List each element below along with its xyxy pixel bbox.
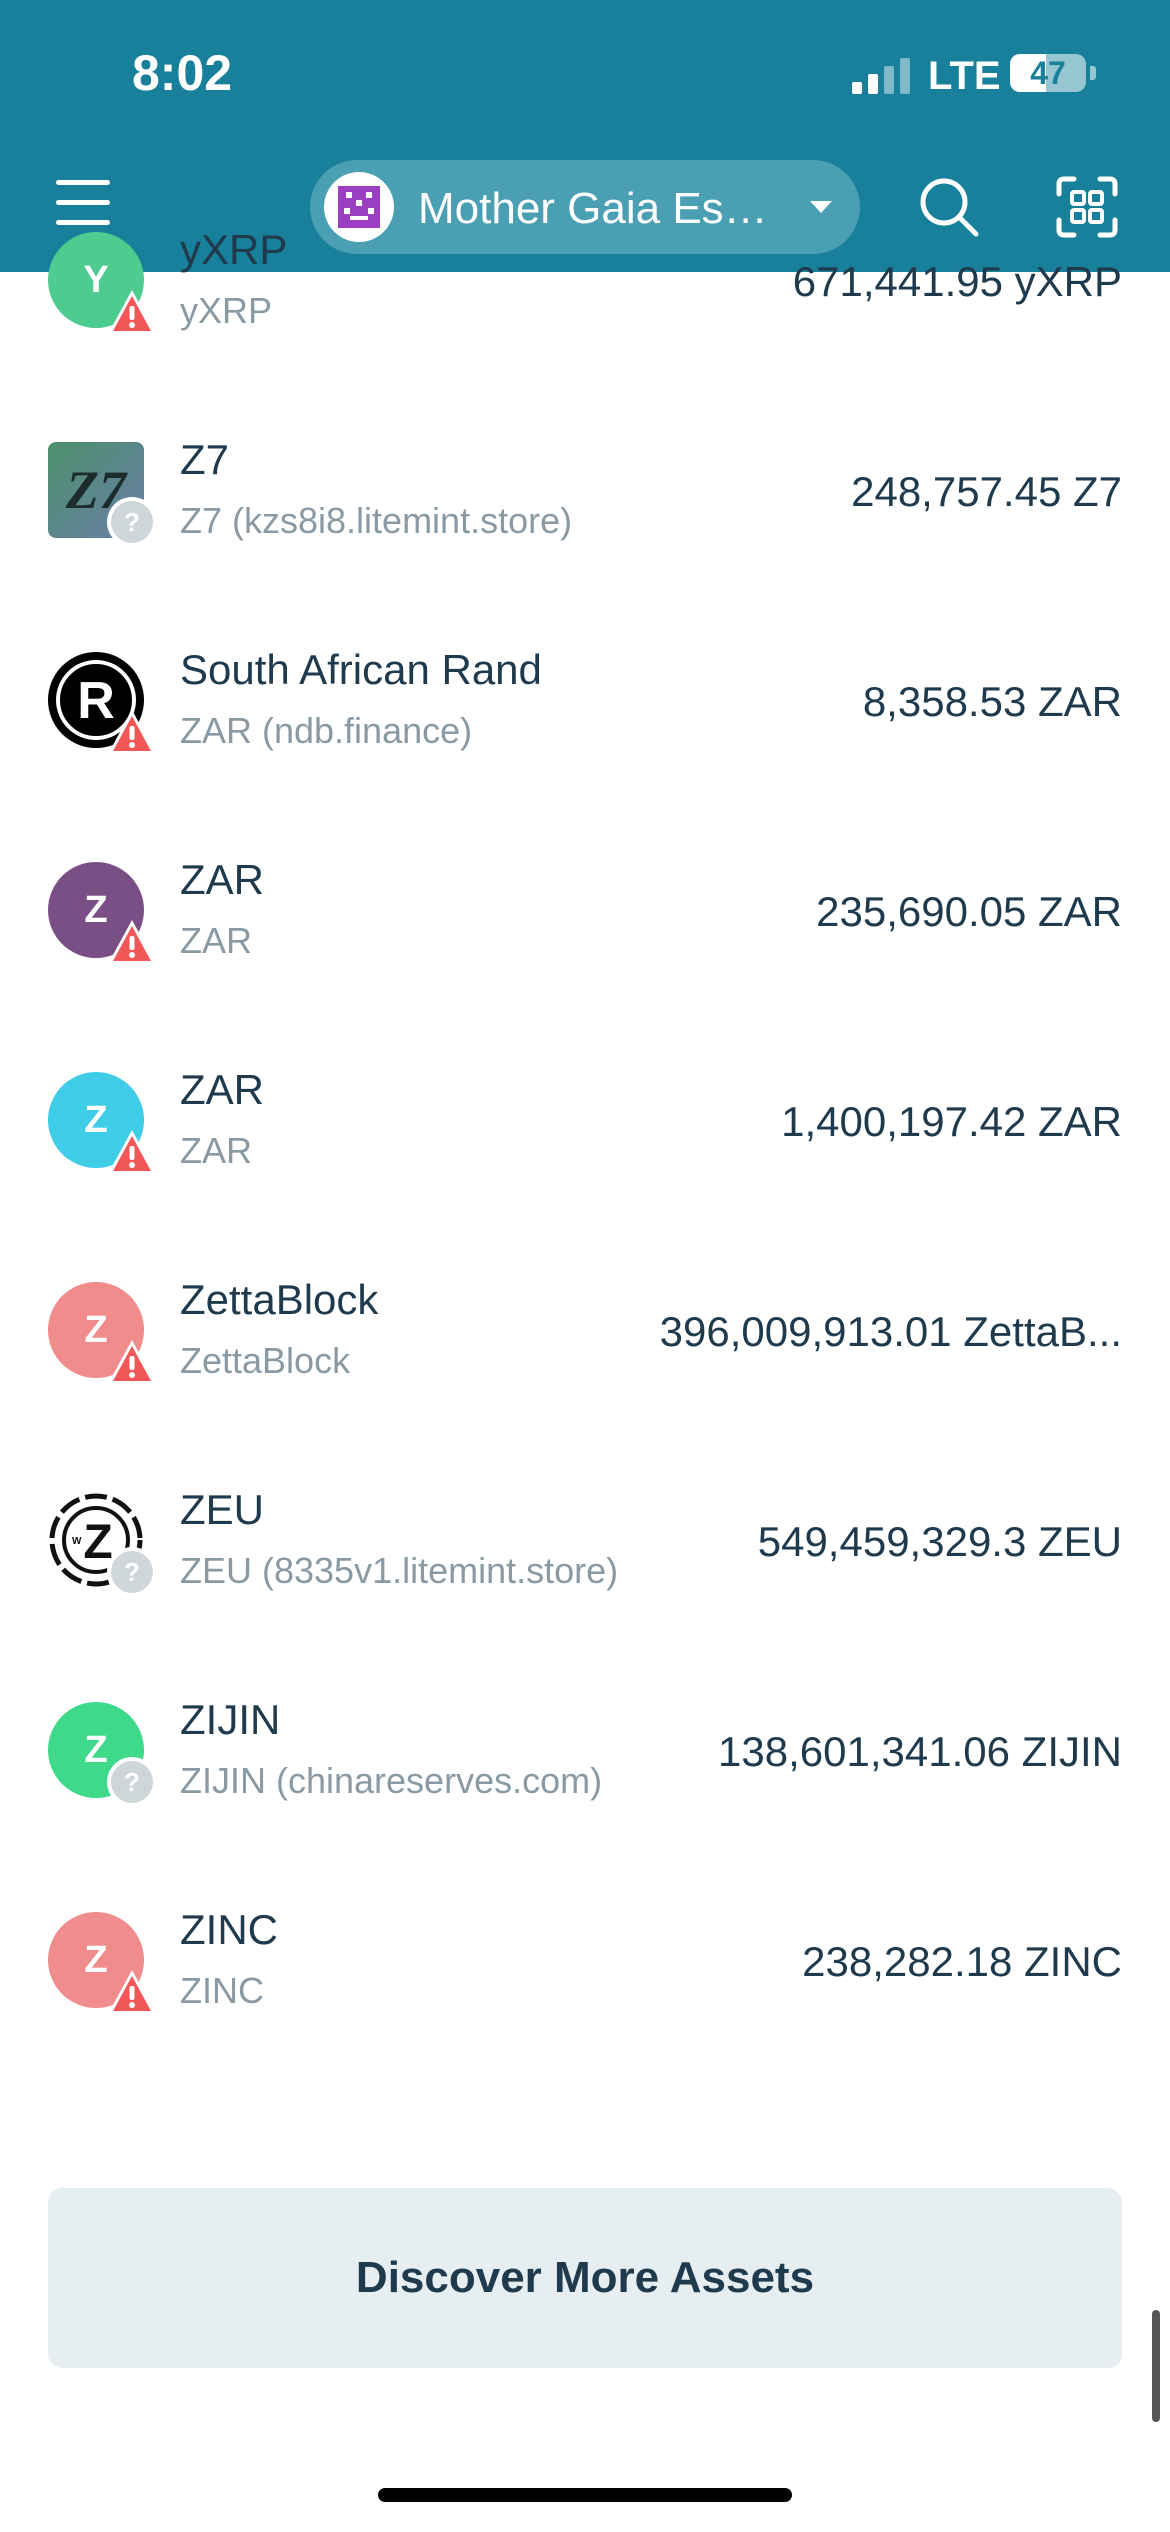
asset-name: ZettaBlock (180, 1276, 379, 1323)
asset-subtitle: ZAR (180, 920, 252, 961)
asset-subtitle: ZEU (8335v1.litemint.store) (180, 1550, 619, 1591)
asset-row[interactable]: R South African Rand ZAR (ndb.finance) 8,35… (0, 596, 1170, 806)
asset-balance: 138,601,341.06 ZIJIN (718, 1728, 1122, 1775)
asset-name: ZEU (180, 1486, 264, 1533)
home-indicator[interactable] (378, 2488, 792, 2502)
asset-row[interactable]: Z? ZIJIN ZIJIN (chinareserves.com) 138,601,… (0, 1646, 1170, 1856)
signal-icon (852, 58, 910, 94)
asset-name: ZIJIN (180, 1696, 281, 1743)
asset-subtitle: ZAR (ndb.finance) (180, 710, 473, 751)
asset-row[interactable]: Z7? Z7 Z7 (kzs8i8.litemint.store) 248,757.4… (0, 386, 1170, 596)
asset-name: yXRP (180, 226, 288, 273)
svg-text:W: W (72, 1536, 82, 1547)
asset-balance: 248,757.45 Z7 (851, 468, 1122, 515)
asset-name: South African Rand (180, 646, 542, 693)
asset-row[interactable]: Z ZAR ZAR 235,690.05 ZAR (0, 806, 1170, 1016)
warning-icon (106, 286, 158, 338)
asset-balance: 235,690.05 ZAR (816, 888, 1122, 935)
asset-subtitle: ZIJIN (chinareserves.com) (180, 1760, 603, 1801)
asset-row[interactable]: Z ZAR ZAR 1,400,197.42 ZAR (0, 1016, 1170, 1226)
asset-name: Z7 (180, 436, 230, 483)
discover-more-assets-button[interactable]: Discover More Assets (48, 2188, 1122, 2368)
asset-row[interactable]: Z W? ZEU ZEU (8335v1.litemint.store) 549,459… (0, 1436, 1170, 1646)
status-time: 8:02 (132, 45, 233, 101)
asset-balance: 671,441.95 yXRP (792, 258, 1122, 305)
asset-name: ZINC (180, 1906, 278, 1953)
unknown-asset-icon: ? (106, 1546, 158, 1598)
asset-subtitle: ZINC (180, 1970, 264, 2011)
battery-nub (1090, 66, 1096, 80)
asset-row[interactable]: Z ZINC ZINC 238,282.18 ZINC (0, 1856, 1170, 2066)
warning-icon (106, 1126, 158, 1178)
asset-name: ZAR (180, 856, 264, 903)
warning-icon (106, 916, 158, 968)
warning-icon (106, 1966, 158, 2018)
asset-row[interactable]: YyXRP yXRP 671,441.95 yXRP (0, 176, 1170, 386)
network-label: LTE (928, 54, 1001, 98)
asset-subtitle: Z7 (kzs8i8.litemint.store) (180, 500, 573, 541)
unknown-asset-icon: ? (106, 496, 158, 548)
asset-balance: 549,459,329.3 ZEU (757, 1518, 1122, 1565)
asset-row[interactable]: Z ZettaBlock ZettaBlock 396,009,913.01 Zett… (0, 1226, 1170, 1436)
battery-level: 47 (1030, 55, 1066, 91)
asset-balance: 238,282.18 ZINC (802, 1938, 1122, 1985)
warning-icon (106, 706, 158, 758)
asset-subtitle: ZAR (180, 1130, 252, 1171)
asset-subtitle: yXRP (180, 290, 273, 331)
svg-text:?: ? (124, 1557, 140, 1587)
battery-icon: 47 (1010, 54, 1086, 92)
asset-subtitle: ZettaBlock (180, 1340, 351, 1381)
asset-name: ZAR (180, 1066, 264, 1113)
svg-text:?: ? (124, 1767, 140, 1797)
scrollbar[interactable] (1152, 2310, 1160, 2422)
asset-balance: 1,400,197.42 ZAR (781, 1098, 1122, 1145)
warning-icon (106, 1336, 158, 1388)
asset-balance: 8,358.53 ZAR (862, 678, 1122, 725)
svg-text:?: ? (124, 507, 140, 537)
asset-balance: 396,009,913.01 ZettaB... (659, 1308, 1122, 1355)
unknown-asset-icon: ? (106, 1756, 158, 1808)
